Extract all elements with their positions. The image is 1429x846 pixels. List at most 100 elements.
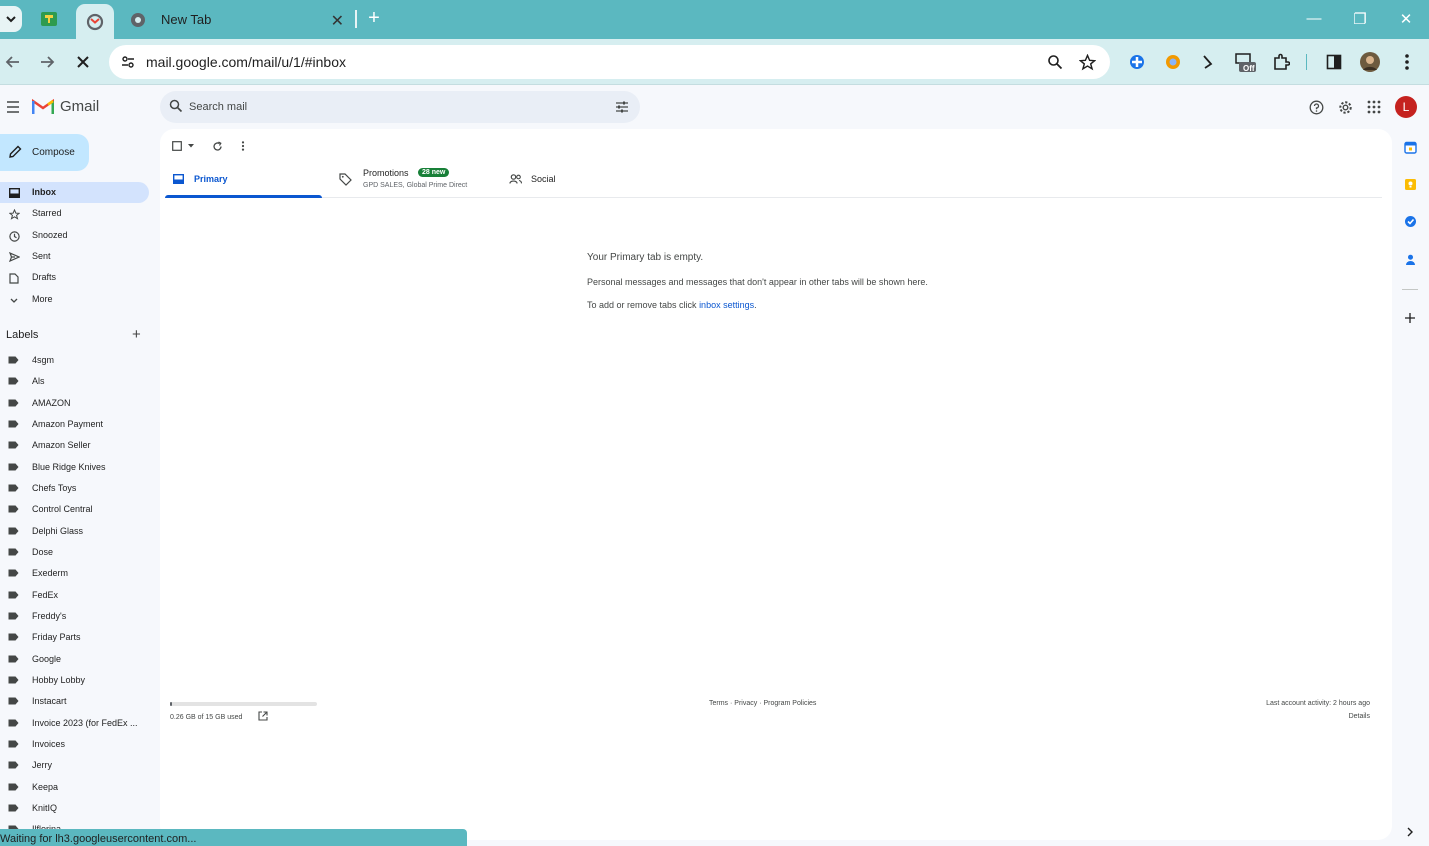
extension-arrow-icon[interactable] [1198,51,1220,73]
minimize-button[interactable]: — [1304,10,1324,28]
label-tag-icon [8,420,19,428]
label-name: Delphi Glass [32,526,84,536]
chevron-down-icon [8,294,20,306]
add-addon-icon[interactable] [1402,310,1418,326]
label-item[interactable]: Amazon Seller [0,435,149,455]
label-item[interactable]: Google [0,649,149,669]
contacts-icon[interactable] [1402,251,1418,267]
address-bar[interactable]: mail.google.com/mail/u/1/#inbox [109,45,1110,79]
support-icon[interactable] [1307,98,1325,116]
google-apps-icon[interactable] [1365,98,1383,116]
label-tag-icon [8,377,19,385]
close-tab-icon[interactable]: ✕ [331,11,344,31]
label-item[interactable]: Keepa [0,777,149,797]
nav-starred[interactable]: Starred [0,203,149,224]
expand-side-panel-icon[interactable] [1402,824,1418,840]
select-checkbox[interactable] [172,139,195,153]
tab-search-button[interactable] [0,6,22,32]
tasks-icon[interactable] [1402,213,1418,229]
label-item[interactable]: Als [0,371,149,391]
label-item[interactable]: Dose [0,542,149,562]
status-text: Waiting for lh3.googleusercontent.com... [0,833,197,845]
forward-button[interactable] [36,51,58,73]
main-menu-icon[interactable] [5,99,23,115]
label-item[interactable]: Delphi Glass [0,521,149,541]
calendar-icon[interactable] [1402,139,1418,155]
label-item[interactable]: Friday Parts [0,627,149,647]
extension-orange-icon[interactable] [1162,51,1184,73]
bookmark-star-icon[interactable] [1078,53,1096,71]
nav-drafts[interactable]: Drafts [0,267,149,288]
refresh-button[interactable] [212,139,223,153]
close-window-button[interactable]: ✕ [1396,10,1416,28]
browser-menu-icon[interactable] [1396,51,1418,73]
label-item[interactable]: Instacart [0,691,149,711]
tab-promotions[interactable]: Promotions 28 new GPD SALES, Global Prim… [335,163,495,198]
privacy-link[interactable]: Privacy [734,700,757,707]
label-item[interactable]: Jerry [0,755,149,775]
tab-primary[interactable]: Primary [165,163,322,198]
arrow-right-icon [41,56,55,68]
inbox-settings-link[interactable]: inbox settings [699,300,754,310]
extension-blue-icon[interactable] [1126,51,1148,73]
label-tag-icon [8,612,19,620]
label-item[interactable]: Freddy's [0,606,149,626]
label-name: Invoice 2023 (for FedEx ... [32,718,138,728]
restore-button[interactable]: ❐ [1350,10,1370,28]
promotions-senders: GPD SALES, Global Prime Direct [363,182,468,189]
label-item[interactable]: 4sgm [0,350,149,370]
account-avatar[interactable]: L [1395,96,1417,118]
stop-loading-button[interactable] [72,51,94,73]
create-label-button[interactable]: + [132,327,141,342]
gmail-logo[interactable]: Gmail [32,98,99,115]
extension-off-icon[interactable]: Off [1234,51,1256,73]
label-item[interactable]: Chefs Toys [0,478,149,498]
browser-toolbar: mail.google.com/mail/u/1/#inbox Off [0,39,1429,85]
zoom-icon[interactable] [1046,53,1064,71]
hint-prefix: To add or remove tabs click [587,300,700,310]
search-options-icon[interactable] [615,100,629,114]
url-text[interactable]: mail.google.com/mail/u/1/#inbox [146,54,346,70]
settings-gear-icon[interactable] [1336,98,1354,116]
label-item[interactable]: Invoice 2023 (for FedEx ... [0,713,149,733]
label-item[interactable]: KnitIQ [0,798,149,818]
tab-new-tab[interactable]: New Tab ✕ [122,6,354,33]
label-item[interactable]: Blue Ridge Knives [0,457,149,477]
site-info-icon[interactable] [118,52,138,72]
label-item[interactable]: Control Central [0,499,149,519]
open-in-new-icon[interactable] [258,711,268,721]
nav-label: Inbox [32,187,56,197]
clock-icon [8,230,20,242]
nav-inbox[interactable]: Inbox [0,182,149,203]
nav-more[interactable]: More [0,289,149,310]
caret-down-icon[interactable] [187,143,195,149]
label-item[interactable]: Invoices [0,734,149,754]
search-mail-bar[interactable]: Search mail [160,91,640,123]
profile-avatar[interactable] [1359,51,1381,73]
label-item[interactable]: Hobby Lobby [0,670,149,690]
keep-icon[interactable] [1402,176,1418,192]
nav-snoozed[interactable]: Snoozed [0,225,149,246]
extensions-puzzle-icon[interactable] [1270,51,1292,73]
program-policies-link[interactable]: Program Policies [763,700,816,707]
compose-label: Compose [32,147,75,158]
send-icon [8,251,20,263]
label-item[interactable]: AMAZON [0,393,149,413]
label-item[interactable]: Amazon Payment [0,414,149,434]
new-tab-button[interactable]: + [364,8,384,30]
search-icon[interactable] [169,99,183,113]
compose-button[interactable]: Compose [0,134,89,171]
tab-pinned-1[interactable] [37,8,61,30]
tab-gmail-active[interactable] [76,4,114,39]
nav-sent[interactable]: Sent [0,246,149,267]
label-item[interactable]: Exederm [0,563,149,583]
back-button[interactable] [2,51,24,73]
terms-link[interactable]: Terms [709,700,728,707]
activity-details-link[interactable]: Details [1349,713,1370,720]
last-activity-text: Last account activity: 2 hours ago [1266,700,1370,707]
nav-label: Drafts [32,272,57,282]
tab-social[interactable]: Social [505,163,605,198]
label-item[interactable]: FedEx [0,585,149,605]
side-panel-icon[interactable] [1323,51,1345,73]
more-actions-button[interactable] [241,139,245,153]
